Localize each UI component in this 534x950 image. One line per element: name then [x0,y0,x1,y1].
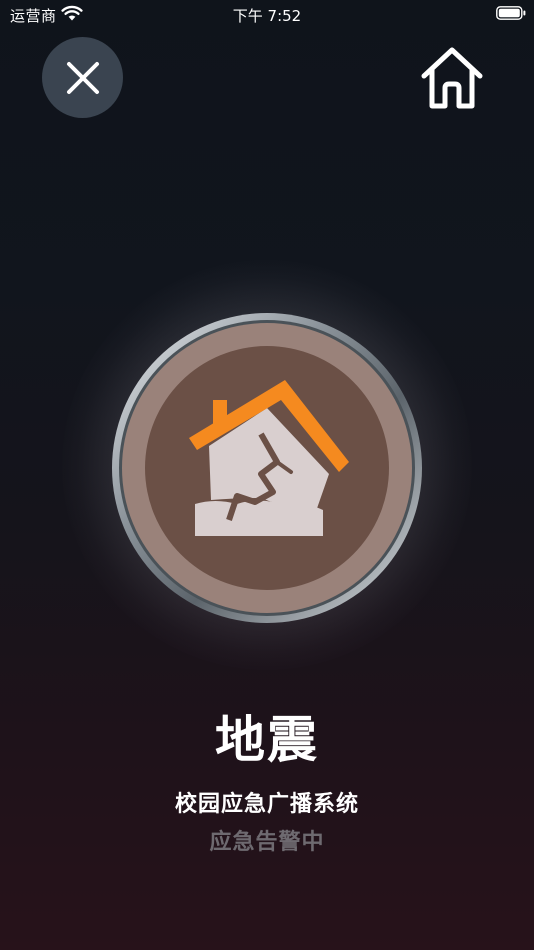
battery-icon [496,6,526,20]
close-icon [66,61,99,94]
close-button[interactable] [42,37,123,118]
status-bar: 运营商 下午 7:52 [0,0,534,28]
clock: 下午 7:52 [232,7,302,25]
alert-status: 应急告警中 [209,830,325,855]
alert-title: 地震 [215,711,319,769]
system-name: 校园应急广播系统 [174,792,359,817]
home-button[interactable] [416,42,488,114]
home-icon [421,47,483,109]
earthquake-house-icon [112,313,422,623]
